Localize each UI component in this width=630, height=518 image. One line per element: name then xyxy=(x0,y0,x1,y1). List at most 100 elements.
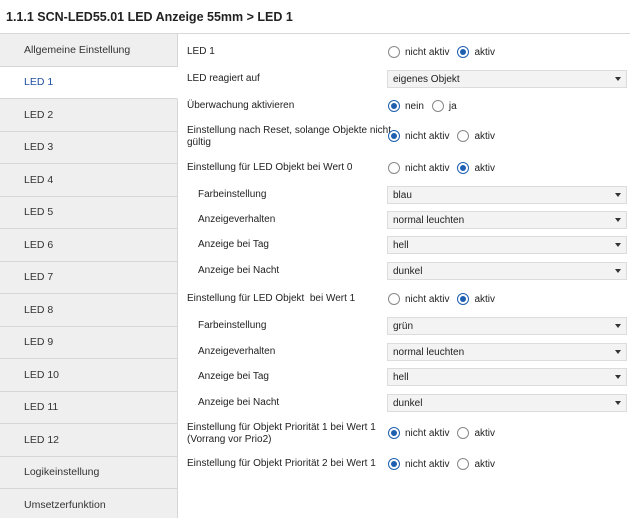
radio-button[interactable] xyxy=(457,427,470,439)
wert0-option-aktiv[interactable]: aktiv xyxy=(457,162,495,174)
sidebar-item-led-9[interactable]: LED 9 xyxy=(0,327,177,359)
radio-label: nicht aktiv xyxy=(405,427,450,439)
radio-button[interactable] xyxy=(388,46,400,58)
sidebar-item-led-2[interactable]: LED 2 xyxy=(0,99,177,132)
radio-label: nicht aktiv xyxy=(405,162,450,174)
wert1-nacht-select[interactable]: dunkel xyxy=(387,394,627,412)
ueberwachung-radio-group: nein ja xyxy=(388,100,465,112)
radio-button[interactable] xyxy=(457,130,470,142)
sidebar-item-led-4[interactable]: LED 4 xyxy=(0,164,177,197)
wert0-tag-label: Anzeige bei Tag xyxy=(198,239,269,250)
prio2-option-nicht-aktiv[interactable]: nicht aktiv xyxy=(388,458,449,470)
ueberwachung-option-nein[interactable]: nein xyxy=(388,100,424,112)
reset-option-aktiv[interactable]: aktiv xyxy=(457,130,495,142)
wert0-tag-select[interactable]: hell xyxy=(387,236,627,254)
prio1-option-aktiv[interactable]: aktiv xyxy=(457,427,495,439)
radio-button-checked[interactable] xyxy=(457,162,470,174)
row-reagiert: LED reagiert auf eigenes Objekt xyxy=(178,70,630,88)
chevron-down-icon xyxy=(615,193,621,197)
row-wert1-farbe: Farbeinstellung grün xyxy=(178,317,630,335)
row-wert1: Einstellung für LED Objekt bei Wert 1 ni… xyxy=(178,292,630,306)
sidebar-item-allgemeine-einstellung[interactable]: Allgemeine Einstellung xyxy=(0,34,177,67)
wert0-farb-select[interactable]: blau xyxy=(387,186,627,204)
sidebar-item-led-7[interactable]: LED 7 xyxy=(0,262,177,294)
reagiert-select[interactable]: eigenes Objekt xyxy=(387,70,627,88)
radio-label: aktiv xyxy=(474,293,496,305)
led1-radio-group: nicht aktiv aktiv xyxy=(388,46,503,58)
row-led1: LED 1 nicht aktiv aktiv xyxy=(178,45,630,59)
prio1-label: Einstellung für Objekt Priorität 1 bei W… xyxy=(187,422,376,446)
radio-label: nicht aktiv xyxy=(405,46,450,58)
wert1-verhalten-select[interactable]: normal leuchten xyxy=(387,343,627,361)
prio2-option-aktiv[interactable]: aktiv xyxy=(457,458,495,470)
radio-button-checked[interactable] xyxy=(388,427,400,439)
sidebar-item-led-11[interactable]: LED 11 xyxy=(0,392,177,424)
chevron-down-icon xyxy=(615,269,621,273)
wert1-farb-label: Farbeinstellung xyxy=(198,320,267,331)
select-value: normal leuchten xyxy=(393,346,465,358)
row-wert0-verhalten: Anzeigeverhalten normal leuchten xyxy=(178,211,630,229)
wert0-verhalten-select[interactable]: normal leuchten xyxy=(387,211,627,229)
select-value: normal leuchten xyxy=(393,214,465,226)
radio-button[interactable] xyxy=(388,162,400,174)
window-title: 1.1.1 SCN-LED55.01 LED Anzeige 55mm > LE… xyxy=(0,0,630,34)
radio-label: aktiv xyxy=(474,130,496,142)
wert1-option-nicht-aktiv[interactable]: nicht aktiv xyxy=(388,293,449,305)
sidebar-item-led-10[interactable]: LED 10 xyxy=(0,359,177,392)
led1-option-aktiv[interactable]: aktiv xyxy=(457,46,495,58)
led1-option-nicht-aktiv[interactable]: nicht aktiv xyxy=(388,46,449,58)
sidebar-item-umsetzerfunktion[interactable]: Umsetzerfunktion xyxy=(0,489,177,518)
wert0-nacht-label: Anzeige bei Nacht xyxy=(198,265,280,276)
radio-label: nicht aktiv xyxy=(405,130,450,142)
sidebar-item-led-5[interactable]: LED 5 xyxy=(0,197,177,229)
wert0-nacht-select[interactable]: dunkel xyxy=(387,262,627,280)
wert0-farb-label: Farbeinstellung xyxy=(198,189,267,200)
sidebar-item-logikeinstellung[interactable]: Logikeinstellung xyxy=(0,457,177,489)
row-wert1-nacht: Anzeige bei Nacht dunkel xyxy=(178,394,630,412)
row-wert1-verhalten: Anzeigeverhalten normal leuchten xyxy=(178,343,630,361)
chevron-down-icon xyxy=(615,218,621,222)
select-value: blau xyxy=(393,189,412,201)
radio-button-checked[interactable] xyxy=(457,46,470,58)
sidebar-item-led-8[interactable]: LED 8 xyxy=(0,294,177,327)
sidebar-item-led-3[interactable]: LED 3 xyxy=(0,132,177,164)
wert1-tag-select[interactable]: hell xyxy=(387,368,627,386)
select-value: dunkel xyxy=(393,397,423,409)
settings-panel: LED 1 nicht aktiv aktiv LED reagiert auf… xyxy=(178,34,630,518)
wert1-farb-select[interactable]: grün xyxy=(387,317,627,335)
chevron-down-icon xyxy=(615,401,621,405)
chevron-down-icon xyxy=(615,243,621,247)
radio-button-checked[interactable] xyxy=(388,100,400,112)
sidebar-item-led-1[interactable]: LED 1 xyxy=(0,66,178,99)
wert1-verhalten-label: Anzeigeverhalten xyxy=(198,346,276,357)
prio2-label: Einstellung für Objekt Priorität 2 bei W… xyxy=(187,458,376,469)
prio1-option-nicht-aktiv[interactable]: nicht aktiv xyxy=(388,427,449,439)
wert0-option-nicht-aktiv[interactable]: nicht aktiv xyxy=(388,162,449,174)
wert0-label: Einstellung für LED Objekt bei Wert 0 xyxy=(187,162,353,173)
sidebar-item-led-6[interactable]: LED 6 xyxy=(0,229,177,262)
radio-label: aktiv xyxy=(474,427,496,439)
radio-button-checked[interactable] xyxy=(388,130,400,142)
radio-label: nicht aktiv xyxy=(405,458,450,470)
row-wert1-tag: Anzeige bei Tag hell xyxy=(178,368,630,386)
reset-label-line1: Einstellung nach Reset, solange Objekte … xyxy=(187,125,392,136)
wert0-radio-group: nicht aktiv aktiv xyxy=(388,162,503,174)
select-value: hell xyxy=(393,239,409,251)
radio-button[interactable] xyxy=(431,100,444,112)
ueberwachung-option-ja[interactable]: ja xyxy=(431,100,457,112)
sidebar-item-led-12[interactable]: LED 12 xyxy=(0,424,177,457)
radio-label: ja xyxy=(448,100,457,112)
row-wert0-tag: Anzeige bei Tag hell xyxy=(178,236,630,254)
row-wert0-farbe: Farbeinstellung blau xyxy=(178,186,630,204)
reset-label-line2: gültig xyxy=(187,137,211,148)
radio-button-checked[interactable] xyxy=(388,458,400,470)
reset-radio-group: nicht aktiv aktiv xyxy=(388,130,503,142)
row-ueberwachung: Überwachung aktivieren nein ja xyxy=(178,99,630,113)
radio-button-checked[interactable] xyxy=(457,293,470,305)
reset-option-nicht-aktiv[interactable]: nicht aktiv xyxy=(388,130,449,142)
radio-button[interactable] xyxy=(388,293,400,305)
prio1-label-line2: (Vorrang vor Prio2) xyxy=(187,434,272,445)
wert1-option-aktiv[interactable]: aktiv xyxy=(457,293,495,305)
wert0-verhalten-label: Anzeigeverhalten xyxy=(198,214,276,225)
radio-button[interactable] xyxy=(457,458,470,470)
